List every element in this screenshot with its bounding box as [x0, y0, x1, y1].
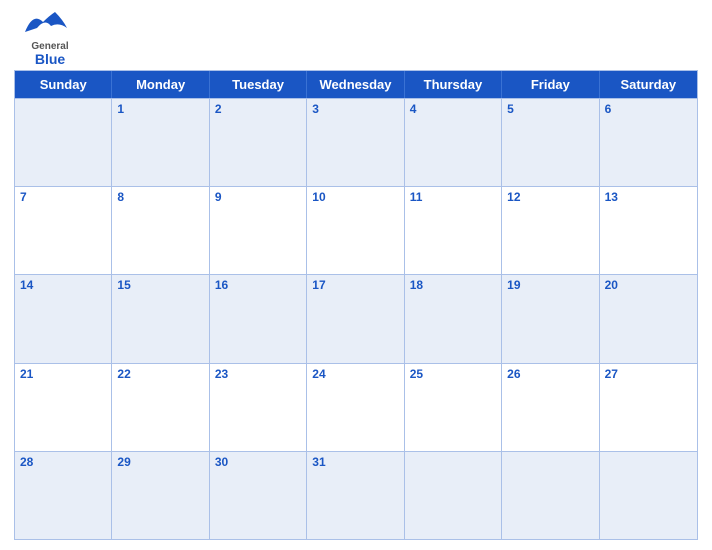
calendar-day-4: 4 [405, 99, 502, 186]
calendar-day-13: 13 [600, 187, 697, 274]
calendar-day-empty [502, 452, 599, 539]
calendar-day-18: 18 [405, 275, 502, 362]
day-number: 18 [410, 278, 496, 292]
calendar-day-15: 15 [112, 275, 209, 362]
day-number: 15 [117, 278, 203, 292]
day-header-tuesday: Tuesday [210, 71, 307, 98]
calendar-day-20: 20 [600, 275, 697, 362]
calendar-header: SundayMondayTuesdayWednesdayThursdayFrid… [15, 71, 697, 98]
day-header-sunday: Sunday [15, 71, 112, 98]
day-header-wednesday: Wednesday [307, 71, 404, 98]
day-number: 26 [507, 367, 593, 381]
calendar-week-0: 123456 [15, 98, 697, 186]
calendar-day-11: 11 [405, 187, 502, 274]
calendar-day-21: 21 [15, 364, 112, 451]
day-number: 2 [215, 102, 301, 116]
generalblue-logo: GeneralBlue [14, 10, 86, 66]
day-number: 10 [312, 190, 398, 204]
calendar-day-empty [600, 452, 697, 539]
calendar-day-12: 12 [502, 187, 599, 274]
day-number: 27 [605, 367, 692, 381]
calendar-week-1: 789 10 11 12 13 [15, 186, 697, 274]
day-header-friday: Friday [502, 71, 599, 98]
calendar-week-3: 21 22 23 24 25 26 27 [15, 363, 697, 451]
day-number: 22 [117, 367, 203, 381]
calendar-day-1: 1 [112, 99, 209, 186]
day-number: 24 [312, 367, 398, 381]
calendar-day-10: 10 [307, 187, 404, 274]
calendar-day-3: 3 [307, 99, 404, 186]
day-number: 28 [20, 455, 106, 469]
calendar-day-empty [15, 99, 112, 186]
day-number: 13 [605, 190, 692, 204]
calendar-day-31: 31 [307, 452, 404, 539]
day-number: 21 [20, 367, 106, 381]
day-number: 31 [312, 455, 398, 469]
calendar-day-8: 8 [112, 187, 209, 274]
calendar-day-27: 27 [600, 364, 697, 451]
day-header-saturday: Saturday [600, 71, 697, 98]
calendar-day-9: 9 [210, 187, 307, 274]
day-number: 6 [605, 102, 692, 116]
calendar-day-23: 23 [210, 364, 307, 451]
day-number: 5 [507, 102, 593, 116]
calendar-day-24: 24 [307, 364, 404, 451]
day-number: 14 [20, 278, 106, 292]
day-header-monday: Monday [112, 71, 209, 98]
calendar-day-5: 5 [502, 99, 599, 186]
day-number: 8 [117, 190, 203, 204]
calendar-day-22: 22 [112, 364, 209, 451]
calendar-week-2: 14 15 16 17 18 19 20 [15, 274, 697, 362]
day-number: 29 [117, 455, 203, 469]
calendar-day-14: 14 [15, 275, 112, 362]
day-number: 16 [215, 278, 301, 292]
day-number: 23 [215, 367, 301, 381]
calendar-day-29: 29 [112, 452, 209, 539]
calendar-day-2: 2 [210, 99, 307, 186]
calendar-day-26: 26 [502, 364, 599, 451]
calendar-day-6: 6 [600, 99, 697, 186]
day-number: 9 [215, 190, 301, 204]
calendar-day-17: 17 [307, 275, 404, 362]
calendar-day-30: 30 [210, 452, 307, 539]
calendar-day-19: 19 [502, 275, 599, 362]
calendar-week-4: 28 29 30 31 [15, 451, 697, 539]
day-number: 4 [410, 102, 496, 116]
calendar-day-empty [405, 452, 502, 539]
day-number: 3 [312, 102, 398, 116]
day-header-thursday: Thursday [405, 71, 502, 98]
logo-blue-text: Blue [31, 52, 68, 66]
day-number: 19 [507, 278, 593, 292]
calendar-page: GeneralBlue SundayMondayTuesdayWednesday… [0, 0, 712, 550]
day-number: 7 [20, 190, 106, 204]
calendar-day-25: 25 [405, 364, 502, 451]
day-number: 20 [605, 278, 692, 292]
day-number: 12 [507, 190, 593, 204]
day-number: 1 [117, 102, 203, 116]
page-header: GeneralBlue [14, 10, 698, 66]
day-number: 30 [215, 455, 301, 469]
calendar-grid: SundayMondayTuesdayWednesdayThursdayFrid… [14, 70, 698, 540]
calendar-day-7: 7 [15, 187, 112, 274]
calendar-day-16: 16 [210, 275, 307, 362]
calendar-body: 1234567891011121314151617181920212223242… [15, 98, 697, 539]
day-number: 17 [312, 278, 398, 292]
day-number: 11 [410, 190, 496, 204]
day-number: 25 [410, 367, 496, 381]
logo-svg [23, 10, 77, 42]
calendar-day-28: 28 [15, 452, 112, 539]
